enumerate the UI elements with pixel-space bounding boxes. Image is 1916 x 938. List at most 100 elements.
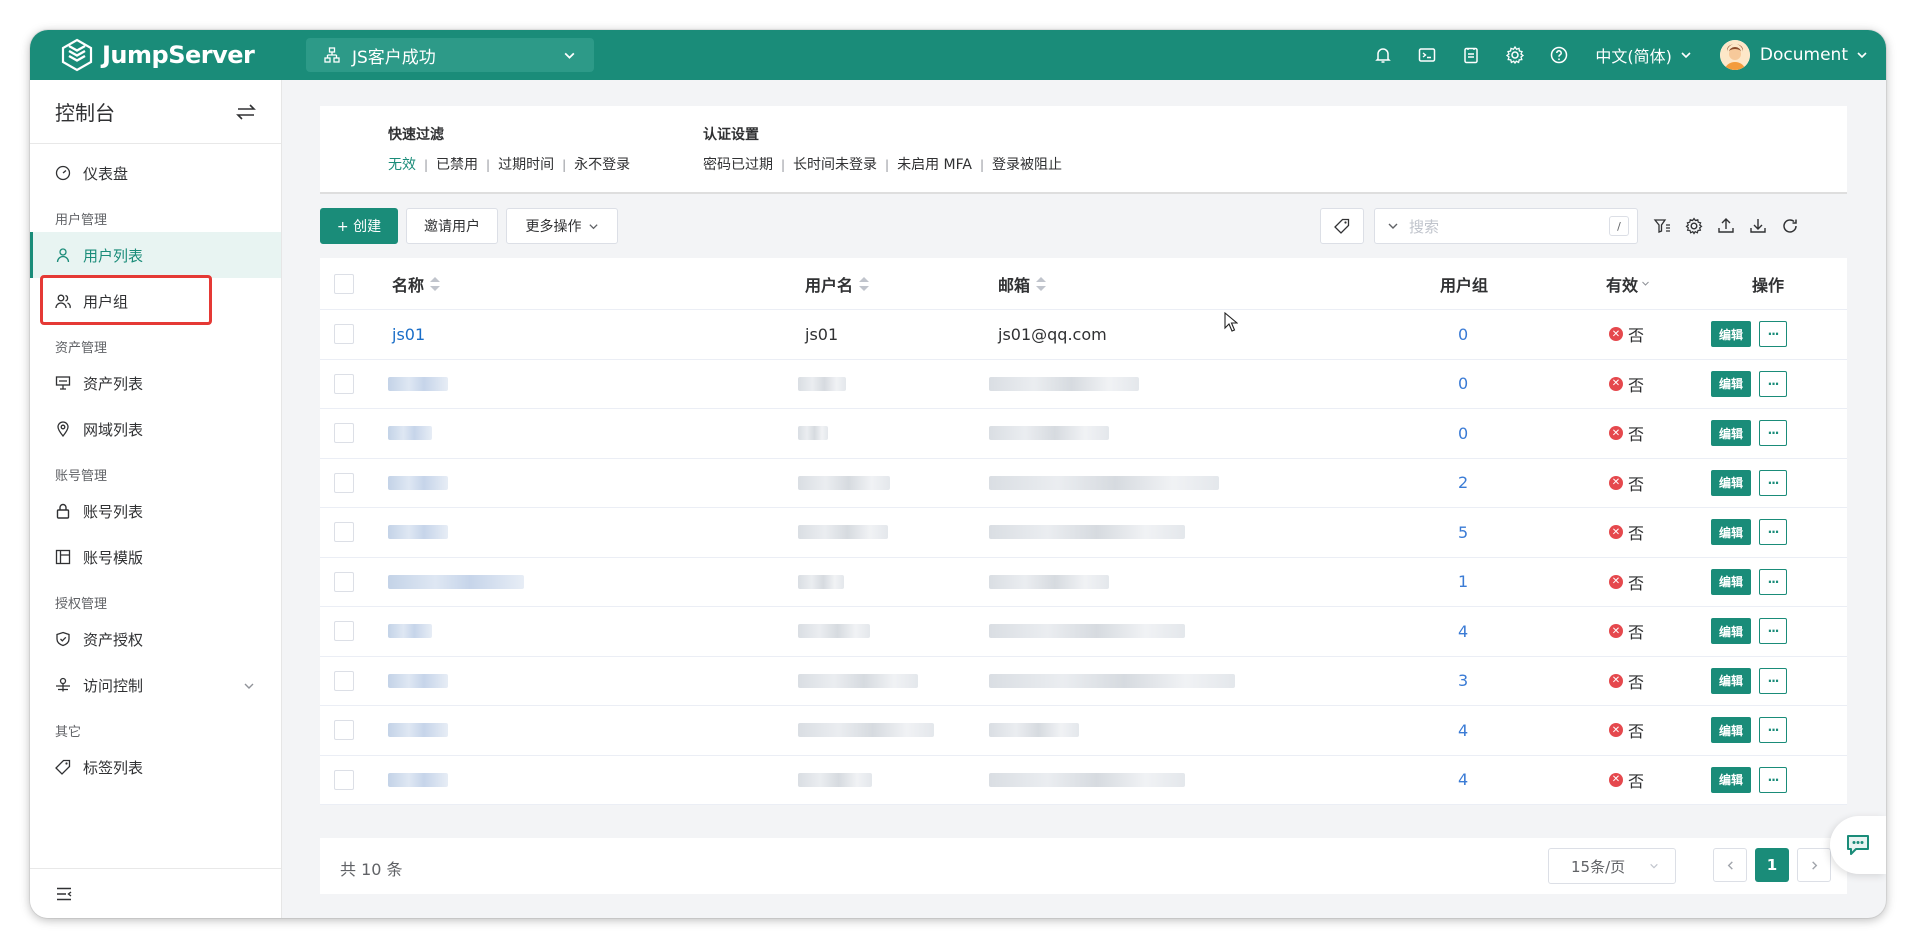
group-count-link[interactable]: 5 (1458, 523, 1468, 542)
redacted-name[interactable] (388, 574, 524, 589)
row-checkbox[interactable] (334, 522, 354, 543)
row-checkbox[interactable] (334, 670, 354, 691)
row-checkbox[interactable] (334, 571, 354, 592)
row-more-button[interactable]: ··· (1759, 568, 1787, 595)
redacted-name[interactable] (388, 426, 432, 441)
edit-button[interactable]: 编辑 (1711, 321, 1751, 348)
redacted-name[interactable] (388, 475, 448, 490)
sort-icon[interactable] (1036, 276, 1047, 291)
sidebar-item-access-control[interactable]: 访问控制 (30, 662, 281, 708)
group-count-link[interactable]: 3 (1458, 671, 1468, 690)
redacted-name[interactable] (388, 673, 448, 688)
group-count-link[interactable]: 4 (1458, 721, 1468, 740)
table-row[interactable]: 5 ✕ 否 编辑 ··· (320, 508, 1847, 558)
column-settings-gear-icon[interactable] (1684, 216, 1704, 236)
row-checkbox[interactable] (334, 720, 354, 741)
settings-gear-icon[interactable] (1505, 45, 1525, 65)
row-more-button[interactable]: ··· (1759, 469, 1787, 496)
next-page-button[interactable] (1797, 848, 1831, 882)
redacted-name[interactable] (388, 624, 432, 639)
row-checkbox[interactable] (334, 769, 354, 790)
row-checkbox[interactable] (334, 621, 354, 642)
language-select[interactable]: 中文(简体) (1595, 43, 1692, 67)
more-actions-button[interactable]: 更多操作 (506, 208, 618, 244)
filter-disabled[interactable]: 已禁用 (436, 157, 478, 173)
redacted-name[interactable] (388, 376, 448, 391)
edit-button[interactable]: 编辑 (1711, 717, 1751, 744)
redacted-name[interactable] (388, 772, 448, 787)
filter-login-blocked[interactable]: 登录被阻止 (992, 157, 1062, 173)
column-header-username[interactable]: 用户名 (805, 258, 870, 309)
column-header-valid[interactable]: 有效 (1606, 258, 1650, 309)
row-more-button[interactable]: ··· (1759, 370, 1787, 397)
edit-button[interactable]: 编辑 (1711, 420, 1751, 447)
sidebar-item-account-template[interactable]: 账号模版 (30, 534, 281, 580)
import-upload-icon[interactable] (1716, 216, 1736, 236)
label-filter-button[interactable] (1320, 208, 1364, 244)
redacted-name[interactable] (388, 525, 448, 540)
row-checkbox[interactable] (334, 472, 354, 493)
sidebar-item-label-list[interactable]: 标签列表 (30, 744, 281, 790)
terminal-icon[interactable] (1417, 45, 1437, 65)
help-icon[interactable] (1549, 45, 1569, 65)
organization-select[interactable]: JS客户成功 (306, 38, 594, 72)
sidebar-item-asset-perm[interactable]: 资产授权 (30, 616, 281, 662)
sidebar-item-account-list[interactable]: 账号列表 (30, 488, 281, 534)
edit-button[interactable]: 编辑 (1711, 469, 1751, 496)
table-row[interactable]: 2 ✕ 否 编辑 ··· (320, 459, 1847, 508)
row-checkbox[interactable] (334, 373, 354, 394)
create-button[interactable]: + 创建 (320, 208, 398, 244)
export-download-icon[interactable] (1748, 216, 1768, 236)
sidebar-item-user-group[interactable]: 用户组 (30, 278, 281, 324)
row-more-button[interactable]: ··· (1759, 618, 1787, 645)
prev-page-button[interactable] (1713, 848, 1747, 882)
filter-expired[interactable]: 过期时间 (498, 157, 554, 173)
invite-user-button[interactable]: 邀请用户 (406, 208, 498, 244)
filter-icon[interactable] (1652, 216, 1672, 236)
ticket-icon[interactable] (1461, 45, 1481, 65)
sort-icon[interactable] (859, 276, 870, 291)
group-count-link[interactable]: 2 (1458, 473, 1468, 492)
page-number-current[interactable]: 1 (1755, 848, 1789, 882)
redacted-name[interactable] (388, 723, 448, 738)
switch-view-icon[interactable] (235, 101, 257, 123)
user-menu[interactable]: Document (1719, 40, 1868, 70)
sidebar-item-asset-list[interactable]: 资产列表 (30, 360, 281, 406)
table-row[interactable]: 1 ✕ 否 编辑 ··· (320, 558, 1847, 607)
group-count-link[interactable]: 1 (1458, 572, 1468, 591)
sidebar-item-dashboard[interactable]: 仪表盘 (30, 150, 281, 196)
table-row[interactable]: js01 js01 js01@qq.com 0 ✕ 否 编辑 ··· (320, 310, 1847, 360)
sidebar-item-zone-list[interactable]: 网域列表 (30, 406, 281, 452)
table-row[interactable]: 0 ✕ 否 编辑 ··· (320, 409, 1847, 459)
brand-logo[interactable]: JumpServer (60, 37, 255, 73)
row-more-button[interactable]: ··· (1759, 717, 1787, 744)
row-more-button[interactable]: ··· (1759, 321, 1787, 348)
chat-assistant-button[interactable] (1830, 816, 1886, 874)
table-row[interactable]: 4 ✕ 否 编辑 ··· (320, 607, 1847, 657)
search-input[interactable]: 搜索 / (1374, 208, 1638, 244)
column-header-name[interactable]: 名称 (392, 258, 441, 309)
edit-button[interactable]: 编辑 (1711, 667, 1751, 694)
filter-password-expired[interactable]: 密码已过期 (703, 157, 773, 173)
group-count-link[interactable]: 0 (1458, 325, 1468, 344)
sidebar-item-user-list[interactable]: 用户列表 (30, 232, 281, 278)
group-count-link[interactable]: 4 (1458, 622, 1468, 641)
page-size-select[interactable]: 15条/页 (1548, 848, 1676, 884)
row-more-button[interactable]: ··· (1759, 519, 1787, 546)
filter-never-login[interactable]: 永不登录 (574, 157, 630, 173)
row-checkbox[interactable] (334, 423, 354, 444)
refresh-icon[interactable] (1780, 216, 1800, 236)
collapse-menu-icon[interactable] (55, 885, 73, 903)
column-header-email[interactable]: 邮箱 (998, 258, 1047, 309)
user-name-link[interactable]: js01 (392, 325, 425, 344)
group-count-link[interactable]: 0 (1458, 424, 1468, 443)
select-all-checkbox[interactable] (334, 273, 354, 294)
edit-button[interactable]: 编辑 (1711, 519, 1751, 546)
table-row[interactable]: 4 ✕ 否 编辑 ··· (320, 756, 1847, 805)
table-row[interactable]: 0 ✕ 否 编辑 ··· (320, 360, 1847, 409)
group-count-link[interactable]: 4 (1458, 770, 1468, 789)
edit-button[interactable]: 编辑 (1711, 766, 1751, 793)
group-count-link[interactable]: 0 (1458, 374, 1468, 393)
table-row[interactable]: 4 ✕ 否 编辑 ··· (320, 706, 1847, 756)
row-more-button[interactable]: ··· (1759, 420, 1787, 447)
